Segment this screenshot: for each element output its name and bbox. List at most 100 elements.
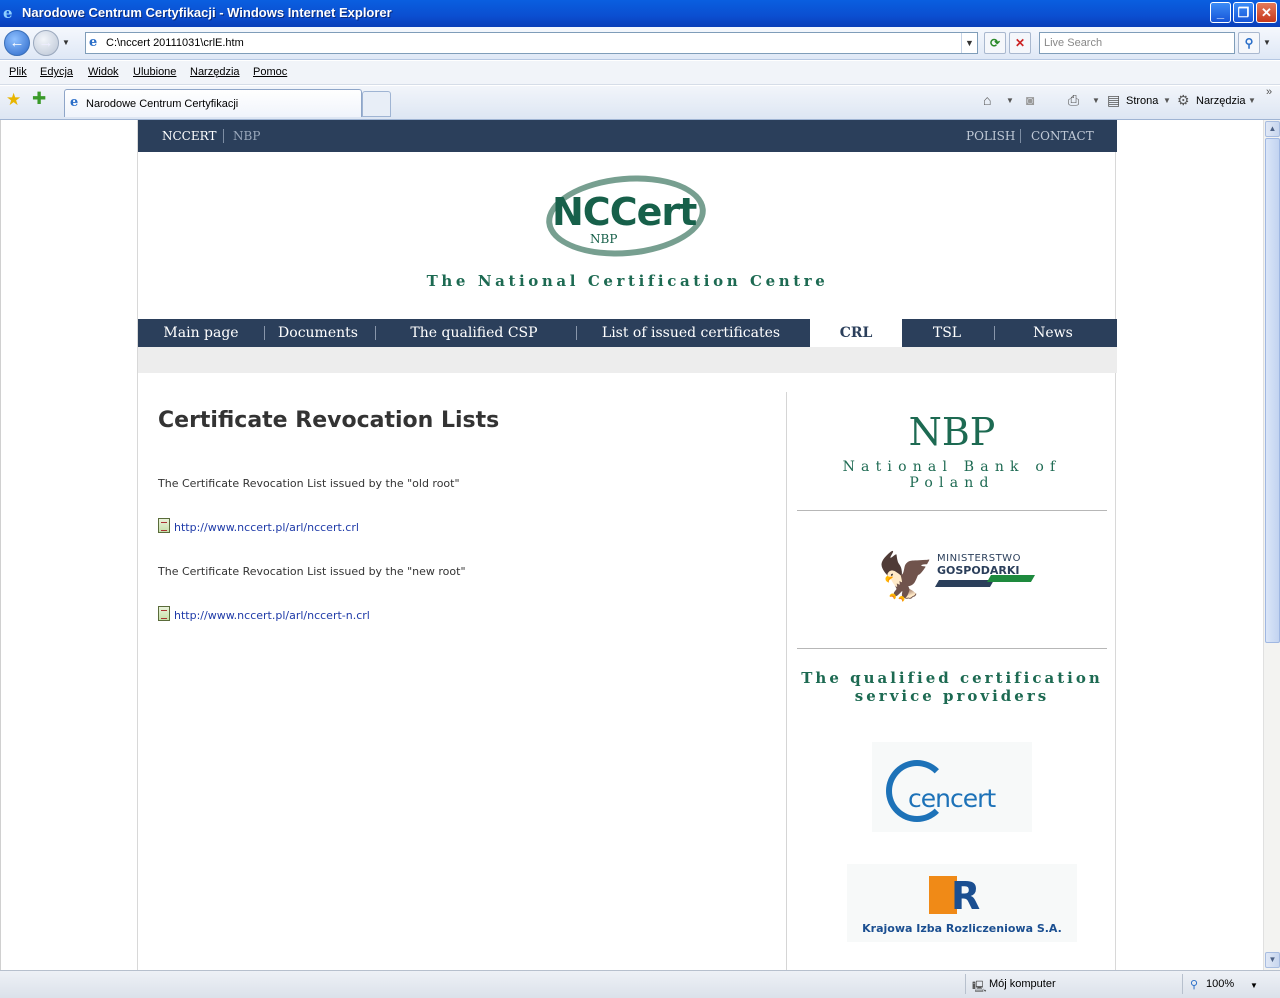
- restore-button[interactable]: ❐: [1233, 2, 1254, 23]
- top-divider: [223, 129, 224, 143]
- qualified-providers-heading: The qualified certification service prov…: [801, 669, 1103, 705]
- zoom-level[interactable]: 100%: [1206, 978, 1234, 990]
- nccert-logo[interactable]: NCCert NBP: [536, 169, 716, 265]
- search-icon[interactable]: ⚲: [1238, 32, 1260, 54]
- zoom-dropdown-icon[interactable]: ▼: [1250, 981, 1258, 990]
- certificate-file-icon: [158, 518, 170, 533]
- cencert-logo[interactable]: cencert: [872, 742, 1032, 832]
- refresh-button[interactable]: ⟳: [984, 32, 1006, 54]
- nav-separator: [994, 326, 995, 340]
- menu-pomoc[interactable]: Pomoc: [253, 66, 287, 78]
- nav-crl[interactable]: CRL: [810, 319, 902, 347]
- nav-tsl[interactable]: TSL: [906, 319, 988, 347]
- close-button[interactable]: ✕: [1256, 2, 1277, 23]
- add-favorite-icon[interactable]: ✚: [32, 89, 46, 109]
- tab-active[interactable]: e Narodowe Centrum Certyfikacji: [64, 89, 362, 117]
- tab-page-icon: e: [70, 95, 79, 110]
- home-icon[interactable]: ⌂: [983, 92, 991, 108]
- nav-documents[interactable]: Documents: [266, 319, 370, 347]
- menu-widok[interactable]: Widok: [88, 66, 119, 78]
- top-link-nbp[interactable]: NBP: [233, 129, 260, 143]
- kir-name: Krajowa Izba Rozliczeniowa S.A.: [862, 922, 1062, 935]
- nav-main-page[interactable]: Main page: [146, 319, 256, 347]
- address-text: C:\nccert 20111031\crlE.htm: [106, 37, 244, 49]
- eagle-emblem-icon: 🦅: [877, 550, 935, 602]
- sidebar-divider: [797, 648, 1107, 649]
- search-input[interactable]: Live Search: [1039, 32, 1235, 54]
- site-container: NCCERT NBP POLISH CONTACT NCCert NBP The…: [137, 120, 1117, 970]
- back-button[interactable]: ←: [4, 30, 30, 56]
- menu-plik[interactable]: Plik: [9, 66, 27, 78]
- print-dropdown-icon[interactable]: ▼: [1092, 96, 1100, 105]
- vertical-scrollbar[interactable]: ▲ ▼: [1263, 120, 1280, 970]
- page-icon: e: [89, 35, 98, 50]
- tools-menu-label[interactable]: Narzędzia: [1196, 95, 1246, 107]
- nbp-logo-subtitle: National Bank of Poland: [842, 459, 1062, 491]
- nav-separator: [264, 326, 265, 340]
- crl-link-new-text[interactable]: http://www.nccert.pl/arl/nccert-n.crl: [174, 609, 370, 622]
- top-strip: NCCERT NBP POLISH CONTACT: [138, 120, 1117, 152]
- menu-edycja[interactable]: Edycja: [40, 66, 73, 78]
- nav-qualified-csp[interactable]: The qualified CSP: [383, 319, 565, 347]
- menu-ulubione[interactable]: Ulubione: [133, 66, 176, 78]
- security-zone: Mój komputer: [989, 978, 1056, 990]
- search-options-icon[interactable]: ▼: [1263, 38, 1271, 47]
- menu-bar: Plik Edycja Widok Ulubione Narzędzia Pom…: [0, 61, 1280, 85]
- top-link-nccert[interactable]: NCCERT: [162, 129, 216, 143]
- certificate-file-icon: [158, 606, 170, 621]
- print-icon[interactable]: ⎙: [1068, 92, 1079, 109]
- new-tab-button[interactable]: [362, 91, 391, 117]
- subnav-band: [138, 347, 1117, 373]
- logo-sub: NBP: [590, 232, 618, 246]
- gear-icon[interactable]: ⚙: [1177, 92, 1190, 109]
- crl-link-new[interactable]: http://www.nccert.pl/arl/nccert-n.crl: [158, 606, 370, 622]
- ministry-stripe-green: [986, 575, 1036, 582]
- history-dropdown-icon[interactable]: ▼: [62, 38, 70, 47]
- window-title: Narodowe Centrum Certyfikacji - Windows …: [22, 5, 392, 20]
- main-nav: Main page Documents The qualified CSP Li…: [138, 319, 1117, 347]
- nav-issued-certificates[interactable]: List of issued certificates: [583, 319, 799, 347]
- crl-link-old-text[interactable]: http://www.nccert.pl/arl/nccert.crl: [174, 521, 359, 534]
- top-link-polish[interactable]: POLISH: [966, 129, 1015, 143]
- page-menu-icon[interactable]: ▤: [1107, 92, 1120, 109]
- column-divider: [786, 392, 787, 970]
- status-separator: [965, 974, 966, 994]
- zoom-icon[interactable]: ⚲: [1190, 978, 1198, 991]
- minimize-button[interactable]: _: [1210, 2, 1231, 23]
- site-tagline: The National Certification Centre: [426, 272, 829, 290]
- logo-word: NCCert: [552, 190, 697, 234]
- scroll-down-icon[interactable]: ▼: [1265, 952, 1280, 968]
- status-bar: 🖳 Mój komputer ⚲ 100% ▼: [0, 970, 1280, 998]
- sidebar-divider: [797, 510, 1107, 511]
- favorites-star-icon[interactable]: ★: [6, 90, 21, 110]
- address-dropdown-icon[interactable]: ▼: [961, 33, 977, 53]
- crl-link-old[interactable]: http://www.nccert.pl/arl/nccert.crl: [158, 518, 359, 534]
- window-titlebar: e Narodowe Centrum Certyfikacji - Window…: [0, 0, 1280, 27]
- ministry-line1: MINISTERSTWO: [937, 553, 1021, 564]
- ministry-logo[interactable]: 🦅 MINISTERSTWO GOSPODARKI: [877, 547, 1036, 609]
- page-dropdown-icon[interactable]: ▼: [1163, 96, 1171, 105]
- ie-logo-icon: e: [3, 4, 13, 22]
- nav-separator: [576, 326, 577, 340]
- nav-news[interactable]: News: [1008, 319, 1098, 347]
- menu-narzedzia[interactable]: Narzędzia: [190, 66, 240, 78]
- page-menu-label[interactable]: Strona: [1126, 95, 1158, 107]
- stop-button[interactable]: ✕: [1009, 32, 1031, 54]
- page-title: Certificate Revocation Lists: [158, 408, 500, 433]
- home-dropdown-icon[interactable]: ▼: [1006, 96, 1014, 105]
- feeds-icon[interactable]: ◙: [1026, 92, 1034, 108]
- chevron-more-icon[interactable]: »: [1266, 86, 1272, 98]
- page-viewport: NCCERT NBP POLISH CONTACT NCCert NBP The…: [0, 120, 1263, 970]
- kir-mark-icon: R: [929, 876, 991, 916]
- crl-description-old: The Certificate Revocation List issued b…: [158, 477, 460, 490]
- scroll-thumb[interactable]: [1265, 138, 1280, 643]
- nbp-logo-title[interactable]: NBP: [797, 410, 1107, 454]
- tools-dropdown-icon[interactable]: ▼: [1248, 96, 1256, 105]
- top-link-contact[interactable]: CONTACT: [1031, 129, 1094, 143]
- scroll-up-icon[interactable]: ▲: [1265, 121, 1280, 137]
- status-separator: [1182, 974, 1183, 994]
- cencert-wordmark: cencert: [908, 784, 996, 813]
- forward-button[interactable]: →: [33, 30, 59, 56]
- address-field[interactable]: e C:\nccert 20111031\crlE.htm ▼: [85, 32, 978, 54]
- kir-logo[interactable]: R Krajowa Izba Rozliczeniowa S.A.: [847, 864, 1077, 942]
